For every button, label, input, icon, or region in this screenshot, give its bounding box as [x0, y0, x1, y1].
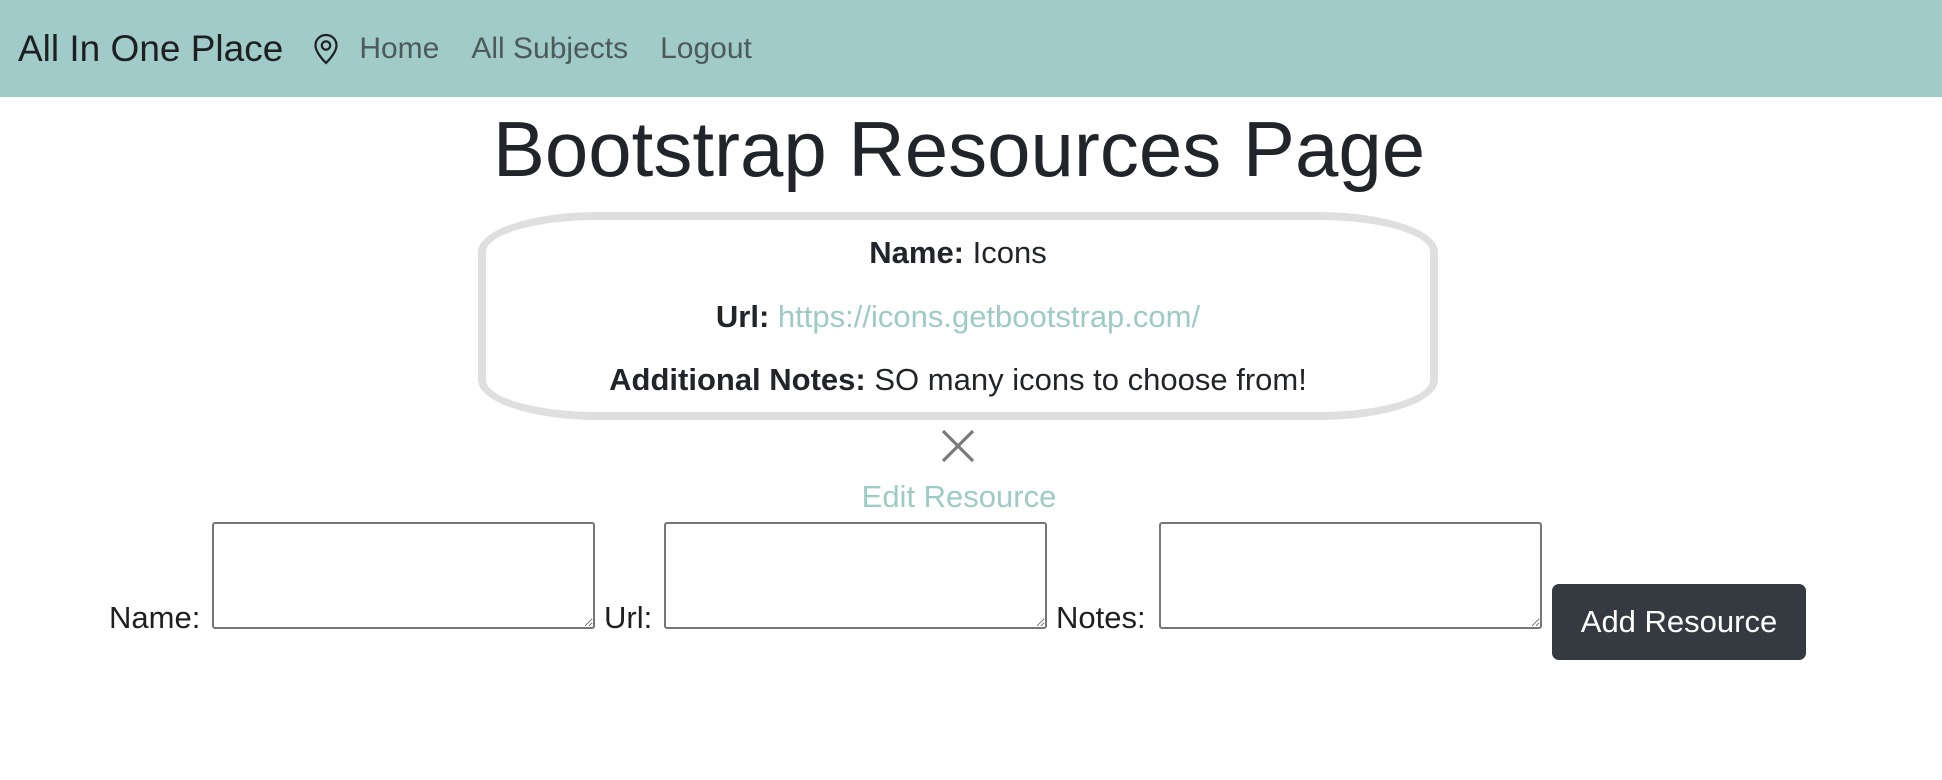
- resource-url-link[interactable]: https://icons.getbootstrap.com/: [778, 299, 1200, 334]
- close-icon[interactable]: [940, 428, 976, 464]
- nav-link-logout[interactable]: Logout: [660, 32, 752, 66]
- url-field-label: Url:: [604, 600, 653, 635]
- nav-link-all-subjects[interactable]: All Subjects: [471, 32, 628, 66]
- page-title: Bootstrap Resources Page: [492, 105, 1426, 193]
- map-pin-icon: [313, 32, 343, 66]
- url-field[interactable]: [664, 522, 1047, 629]
- resource-name-value: Icons: [972, 235, 1047, 270]
- navbar: All In One Place Home All Subjects Logou…: [0, 0, 1942, 97]
- resource-url-label: Url:: [715, 299, 770, 334]
- resource-notes-row: Additional Notes: SO many icons to choos…: [486, 361, 1430, 398]
- resource-card: Name: Icons Url: https://icons.getbootst…: [478, 212, 1438, 420]
- resource-name-row: Name: Icons: [486, 234, 1430, 271]
- name-field-label: Name:: [109, 600, 201, 635]
- resource-url-row: Url: https://icons.getbootstrap.com/: [486, 298, 1430, 335]
- notes-field-label: Notes:: [1056, 600, 1146, 635]
- resource-notes-label: Additional Notes:: [609, 362, 866, 397]
- brand-link[interactable]: All In One Place: [18, 28, 283, 70]
- resource-notes-value: SO many icons to choose from!: [874, 362, 1307, 397]
- add-resource-button[interactable]: Add Resource: [1552, 584, 1806, 660]
- edit-resource-link[interactable]: Edit Resource: [0, 479, 1918, 515]
- notes-field[interactable]: [1159, 522, 1542, 629]
- nav-link-home[interactable]: Home: [359, 32, 439, 66]
- name-field[interactable]: [212, 522, 595, 629]
- resource-name-label: Name:: [869, 235, 965, 270]
